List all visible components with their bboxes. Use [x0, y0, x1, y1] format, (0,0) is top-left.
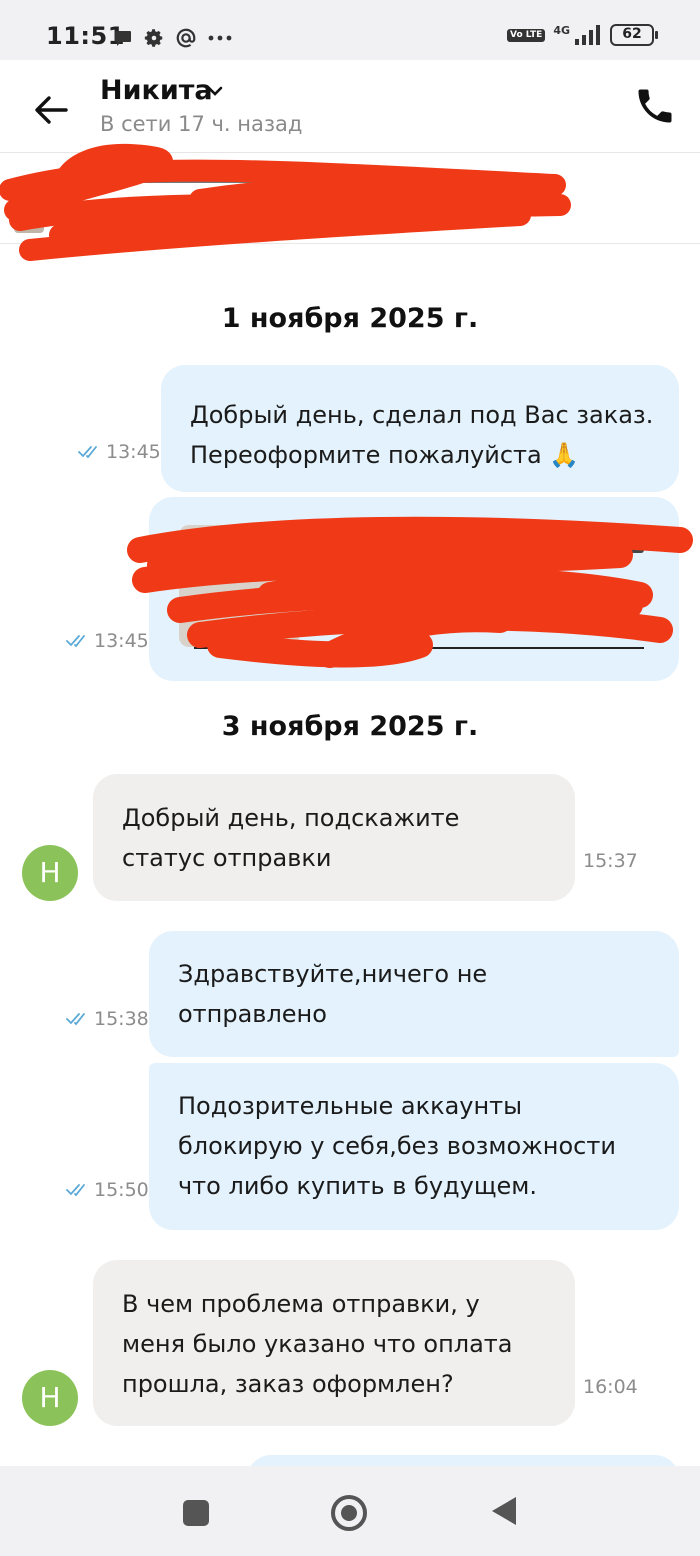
- message-meta: 13:45: [78, 441, 161, 463]
- product-link-underline: [194, 647, 644, 649]
- product-subtitle-line: [90, 207, 290, 215]
- message-meta: 13:45: [66, 630, 149, 652]
- double-check-icon: [66, 1013, 85, 1026]
- message-bubble-outgoing[interactable]: Здравствуйте,ничего не отправлено: [149, 931, 679, 1057]
- message-meta: 15:38: [66, 1008, 149, 1030]
- message-bubble-incoming[interactable]: В чем проблема отправки, у меня было ука…: [93, 1260, 575, 1426]
- more-dots-icon: [208, 35, 232, 41]
- phone-call-icon[interactable]: [633, 84, 677, 128]
- message-text: прошла, заказ оформлен?: [122, 1370, 454, 1398]
- contact-last-seen: В сети 17 ч. назад: [100, 112, 303, 136]
- chevron-down-icon[interactable]: [206, 84, 224, 98]
- product-link-thumbnail: [179, 525, 299, 647]
- message-meta: 15:50: [66, 1179, 149, 1201]
- message-time: 15:37: [583, 850, 638, 872]
- product-thumbnail: [14, 193, 44, 233]
- back-triangle-icon[interactable]: [490, 1495, 518, 1527]
- at-sign-icon: [176, 28, 196, 48]
- message-text: Переоформите пожалуйста 🙏: [190, 441, 580, 469]
- recents-square-icon[interactable]: [183, 1500, 209, 1526]
- message-time: 13:45: [94, 630, 149, 652]
- message-text: меня было указано что оплата: [122, 1330, 513, 1358]
- date-separator: 3 ноября 2025 г.: [221, 711, 479, 742]
- message-text: Подозрительные аккаунты: [178, 1092, 523, 1120]
- network-type: 4G: [553, 24, 570, 37]
- contact-avatar[interactable]: Н: [22, 1370, 78, 1426]
- message-meta: 16:04: [583, 1376, 638, 1398]
- message-text: блокирую у себя,без возможности: [178, 1132, 616, 1160]
- system-navigation-bar: [0, 1466, 700, 1556]
- back-arrow-icon[interactable]: [30, 90, 70, 130]
- volte-badge: Vo LTE: [506, 28, 546, 42]
- battery-indicator: 62: [610, 24, 658, 46]
- message-meta: 15:37: [583, 850, 638, 872]
- message-text: отправлено: [178, 1000, 327, 1028]
- message-bubble-incoming[interactable]: Добрый день, подскажите статус отправки: [93, 774, 575, 901]
- settings-gear-icon: [144, 29, 163, 47]
- chat-header: Никита В сети 17 ч. назад: [0, 60, 700, 153]
- message-time: 15:50: [94, 1179, 149, 1201]
- contact-avatar[interactable]: Н: [22, 845, 78, 901]
- product-title-line: [110, 175, 550, 183]
- message-text: Добрый день, подскажите: [122, 804, 460, 832]
- pinned-product-card[interactable]: [0, 153, 700, 244]
- message-text: статус отправки: [122, 844, 332, 872]
- message-bubble-outgoing[interactable]: Добрый день, сделал под Вас заказ. Перео…: [161, 365, 679, 492]
- message-bubble-product-link[interactable]: [149, 497, 679, 681]
- double-check-icon: [78, 446, 97, 459]
- message-text: что либо купить в будущем.: [178, 1172, 537, 1200]
- status-bar: 11:51 Vo LTE 4G 62: [0, 0, 700, 60]
- message-time: 15:38: [94, 1008, 149, 1030]
- product-link-text-line: [329, 545, 644, 553]
- double-check-icon: [66, 635, 85, 648]
- date-separator: 1 ноября 2025 г.: [221, 303, 479, 334]
- message-bubble-outgoing[interactable]: Подозрительные аккаунты блокирую у себя,…: [149, 1063, 679, 1230]
- message-text: Здравствуйте,ничего не: [178, 960, 488, 988]
- status-system-icons: Vo LTE 4G 62: [506, 24, 658, 46]
- double-check-icon: [66, 1184, 85, 1197]
- signal-strength-icon: [575, 25, 600, 45]
- message-text: В чем проблема отправки, у: [122, 1290, 480, 1318]
- message-text: Добрый день, сделал под Вас заказ.: [190, 401, 654, 429]
- message-time: 16:04: [583, 1376, 638, 1398]
- chat-notification-icon: [115, 31, 131, 46]
- message-time: 13:45: [106, 441, 161, 463]
- contact-name[interactable]: Никита: [100, 75, 213, 106]
- status-notification-icons: [113, 27, 233, 49]
- home-circle-icon[interactable]: [331, 1495, 367, 1531]
